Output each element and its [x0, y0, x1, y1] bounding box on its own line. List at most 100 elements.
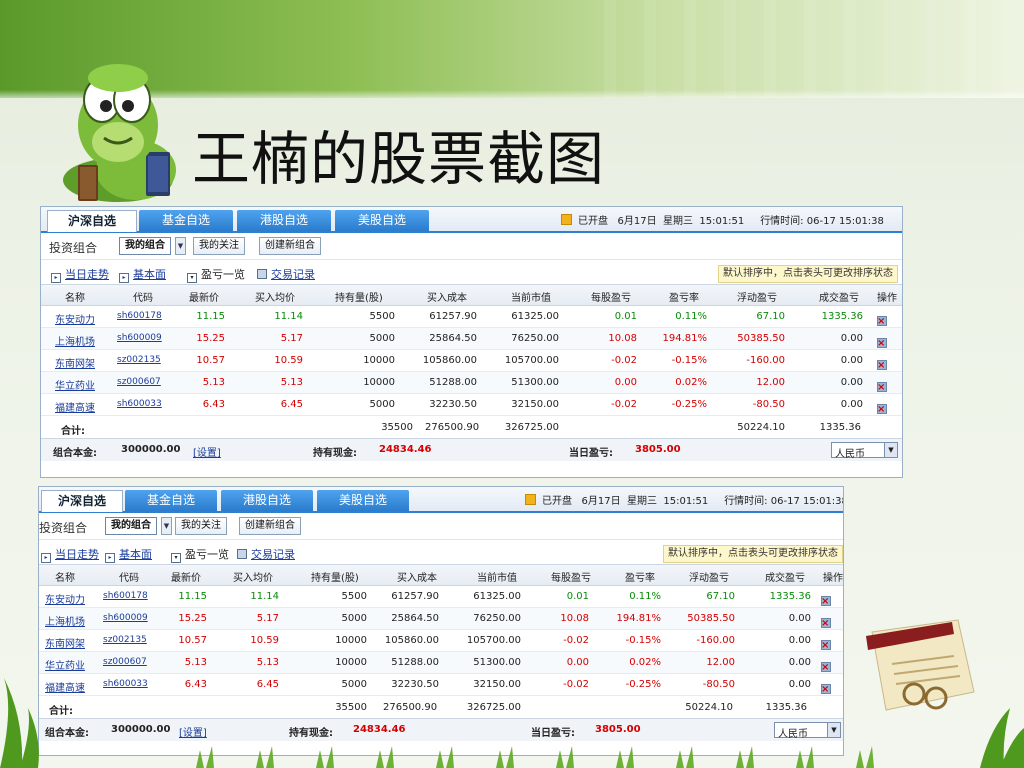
- col-shares[interactable]: 持有量(股): [311, 569, 359, 584]
- stock-code-link[interactable]: sz002135: [117, 355, 161, 365]
- date-text: 6月17日: [617, 216, 657, 227]
- delete-icon[interactable]: ×: [877, 316, 885, 327]
- record-icon: [257, 269, 267, 279]
- col-deal[interactable]: 成交盈亏: [765, 569, 805, 584]
- link-pl-overview[interactable]: ▾ 盈亏一览: [187, 266, 245, 283]
- col-per-share[interactable]: 每股盈亏: [551, 569, 591, 584]
- link-trade-records[interactable]: 交易记录: [257, 266, 315, 282]
- cell-rate: 0.02%: [675, 377, 707, 388]
- stock-code-link[interactable]: sh600178: [117, 311, 162, 321]
- col-rate[interactable]: 盈亏率: [625, 569, 655, 584]
- capital-set-link[interactable]: [设置]: [193, 444, 221, 459]
- tab-fund[interactable]: 基金自选: [125, 490, 217, 511]
- header-stripes: [604, 0, 1024, 98]
- stock-code-link[interactable]: sz000607: [103, 657, 147, 667]
- delete-icon[interactable]: ×: [821, 684, 829, 695]
- stock-code-link[interactable]: sh600033: [103, 679, 148, 689]
- tab-us[interactable]: 美股自选: [317, 490, 409, 511]
- stock-name-link[interactable]: 福建高速: [45, 679, 85, 694]
- stock-name-link[interactable]: 东南网架: [45, 635, 85, 650]
- col-avg[interactable]: 买入均价: [255, 289, 295, 304]
- col-code[interactable]: 代码: [119, 569, 139, 584]
- cell-deal: 0.00: [840, 355, 863, 366]
- stock-code-link[interactable]: sh600009: [103, 613, 148, 623]
- col-last[interactable]: 最新价: [189, 289, 219, 304]
- delete-icon[interactable]: ×: [821, 618, 829, 629]
- my-watch-button[interactable]: 我的关注: [175, 517, 227, 535]
- currency-select[interactable]: 人民币 ▼: [831, 442, 898, 460]
- cell-cost: 51288.00: [391, 657, 439, 668]
- col-float[interactable]: 浮动盈亏: [689, 569, 729, 584]
- record-icon: [237, 549, 247, 559]
- delete-icon[interactable]: ×: [821, 662, 829, 673]
- currency-select[interactable]: 人民币 ▼: [774, 722, 841, 740]
- col-rate[interactable]: 盈亏率: [669, 289, 699, 304]
- delete-icon[interactable]: ×: [821, 640, 829, 651]
- cell-last: 10.57: [196, 355, 225, 366]
- delete-icon[interactable]: ×: [821, 596, 829, 607]
- link-fundamentals[interactable]: ▸ 基本面: [119, 266, 166, 283]
- stock-name-link[interactable]: 上海机场: [55, 333, 95, 348]
- cell-deal: 0.00: [788, 679, 811, 690]
- col-per-share[interactable]: 每股盈亏: [591, 289, 631, 304]
- cell-cost: 25864.50: [429, 333, 477, 344]
- cell-shares: 10000: [363, 355, 395, 366]
- chevron-down-icon[interactable]: ▼: [175, 237, 186, 255]
- col-value[interactable]: 当前市值: [477, 569, 517, 584]
- cell-shares: 5000: [369, 333, 395, 344]
- stock-code-link[interactable]: sh600033: [117, 399, 162, 409]
- delete-icon[interactable]: ×: [877, 338, 885, 349]
- stock-name-link[interactable]: 华立药业: [55, 377, 95, 392]
- col-avg[interactable]: 买入均价: [233, 569, 273, 584]
- collapse-icon: ▾: [171, 553, 181, 563]
- cell-deal: 0.00: [788, 635, 811, 646]
- day-pl-label: 当日盈亏:: [569, 448, 613, 459]
- col-cost[interactable]: 买入成本: [427, 289, 467, 304]
- tab-hk[interactable]: 港股自选: [221, 490, 313, 511]
- create-portfolio-button[interactable]: 创建新组合: [259, 237, 321, 255]
- stock-code-link[interactable]: sz002135: [103, 635, 147, 645]
- delete-icon[interactable]: ×: [877, 382, 885, 393]
- col-float[interactable]: 浮动盈亏: [737, 289, 777, 304]
- stock-name-link[interactable]: 华立药业: [45, 657, 85, 672]
- my-portfolio-button[interactable]: 我的组合: [119, 237, 171, 255]
- delete-icon[interactable]: ×: [877, 360, 885, 371]
- stock-code-link[interactable]: sz000607: [117, 377, 161, 387]
- stock-name-link[interactable]: 上海机场: [45, 613, 85, 628]
- cell-avg: 10.59: [274, 355, 303, 366]
- link-trade-records[interactable]: 交易记录: [237, 546, 295, 562]
- tab-shanghai-shenzhen[interactable]: 沪深自选: [47, 210, 137, 232]
- link-pl-overview[interactable]: ▾ 盈亏一览: [171, 546, 229, 563]
- cash-value: 24834.46: [379, 444, 432, 455]
- stock-name-link[interactable]: 东安动力: [45, 591, 85, 606]
- stock-name-link[interactable]: 福建高速: [55, 399, 95, 414]
- link-daily-trend[interactable]: ▸ 当日走势: [41, 546, 99, 563]
- create-portfolio-button[interactable]: 创建新组合: [239, 517, 301, 535]
- col-name[interactable]: 名称: [65, 289, 85, 304]
- capital-set-link[interactable]: [设置]: [179, 724, 207, 739]
- col-last[interactable]: 最新价: [171, 569, 201, 584]
- total-deal: 1335.36: [819, 422, 861, 433]
- cell-rate: -0.15%: [671, 355, 707, 366]
- stock-name-link[interactable]: 东南网架: [55, 355, 95, 370]
- table-row: 华立药业 sz000607 5.13 5.13 10000 51288.00 51300.0…: [39, 652, 843, 674]
- col-value[interactable]: 当前市值: [511, 289, 551, 304]
- stock-name-link[interactable]: 东安动力: [55, 311, 95, 326]
- delete-icon[interactable]: ×: [877, 404, 885, 415]
- my-watch-button[interactable]: 我的关注: [193, 237, 245, 255]
- tab-shanghai-shenzhen[interactable]: 沪深自选: [41, 490, 123, 512]
- col-cost[interactable]: 买入成本: [397, 569, 437, 584]
- my-portfolio-button[interactable]: 我的组合: [105, 517, 157, 535]
- col-shares[interactable]: 持有量(股): [335, 289, 383, 304]
- col-name[interactable]: 名称: [55, 569, 75, 584]
- tab-fund[interactable]: 基金自选: [139, 210, 233, 231]
- stock-code-link[interactable]: sh600178: [103, 591, 148, 601]
- tab-us[interactable]: 美股自选: [335, 210, 429, 231]
- link-daily-trend[interactable]: ▸ 当日走势: [51, 266, 109, 283]
- chevron-down-icon[interactable]: ▼: [161, 517, 172, 535]
- stock-code-link[interactable]: sh600009: [117, 333, 162, 343]
- col-code[interactable]: 代码: [133, 289, 153, 304]
- tab-hk[interactable]: 港股自选: [237, 210, 331, 231]
- col-deal[interactable]: 成交盈亏: [819, 289, 859, 304]
- link-fundamentals[interactable]: ▸ 基本面: [105, 546, 152, 563]
